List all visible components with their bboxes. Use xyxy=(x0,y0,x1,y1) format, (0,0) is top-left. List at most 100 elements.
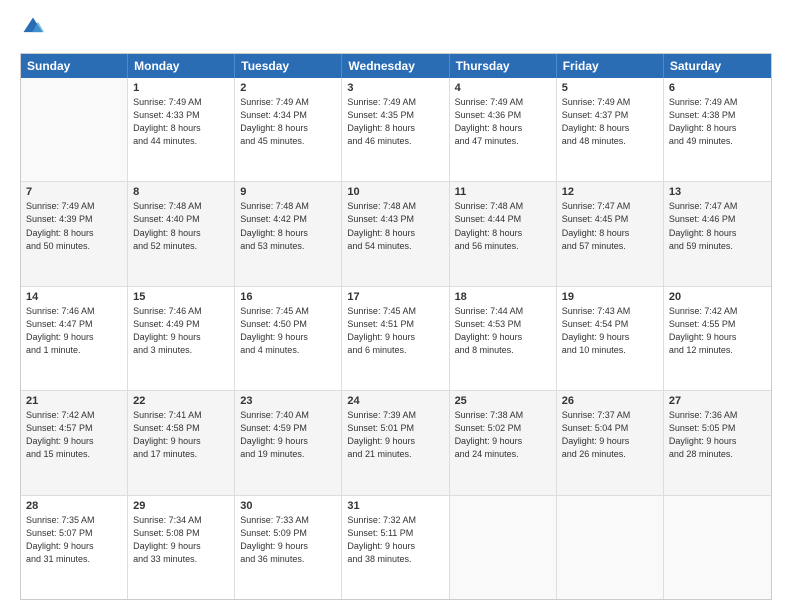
cell-info: Sunrise: 7:34 AM Sunset: 5:08 PM Dayligh… xyxy=(133,514,229,566)
calendar-cell: 8Sunrise: 7:48 AM Sunset: 4:40 PM Daylig… xyxy=(128,182,235,285)
header xyxy=(20,16,772,43)
day-number: 25 xyxy=(455,395,551,407)
calendar-cell: 7 Sunrise: 7:49 AM Sunset: 4:39 PM Daylig… xyxy=(21,182,128,285)
calendar-row: 1 Sunrise: 7:49 AM Sunset: 4:33 PM Daylig… xyxy=(21,78,771,181)
calendar-row: 7 Sunrise: 7:49 AM Sunset: 4:39 PM Daylig… xyxy=(21,181,771,285)
cell-info: Sunrise: 7:43 AM Sunset: 4:54 PM Dayligh… xyxy=(562,305,658,357)
cell-info: Sunrise: 7:49 AM Sunset: 4:34 PM Dayligh… xyxy=(240,96,336,148)
day-number: 20 xyxy=(669,291,766,303)
cell-info: Sunrise: 7:45 AM Sunset: 4:50 PM Dayligh… xyxy=(240,305,336,357)
day-number: 17 xyxy=(347,291,443,303)
cell-info: Sunrise: 7:49 AM Sunset: 4:39 PM Dayligh… xyxy=(26,200,122,252)
calendar-cell: 3Sunrise: 7:49 AM Sunset: 4:35 PM Daylig… xyxy=(342,78,449,181)
cell-info: Sunrise: 7:49 AM Sunset: 4:37 PM Dayligh… xyxy=(562,96,658,148)
logo xyxy=(20,16,44,43)
day-number: 12 xyxy=(562,186,658,198)
cell-info: Sunrise: 7:48 AM Sunset: 4:44 PM Dayligh… xyxy=(455,200,551,252)
cell-info: Sunrise: 7:32 AM Sunset: 5:11 PM Dayligh… xyxy=(347,514,443,566)
day-number: 6 xyxy=(669,82,766,94)
weekday-header: Monday xyxy=(128,54,235,78)
calendar-cell: 27 Sunrise: 7:36 AM Sunset: 5:05 PM Dayli… xyxy=(664,391,771,494)
cell-info: Sunrise: 7:42 AM Sunset: 4:55 PM Dayligh… xyxy=(669,305,766,357)
cell-info: Sunrise: 7:48 AM Sunset: 4:43 PM Dayligh… xyxy=(347,200,443,252)
weekday-header: Wednesday xyxy=(342,54,449,78)
day-number: 16 xyxy=(240,291,336,303)
cell-info: Sunrise: 7:44 AM Sunset: 4:53 PM Dayligh… xyxy=(455,305,551,357)
day-number: 24 xyxy=(347,395,443,407)
cell-info: Sunrise: 7:49 AM Sunset: 4:36 PM Dayligh… xyxy=(455,96,551,148)
calendar-cell: 5 Sunrise: 7:49 AM Sunset: 4:37 PM Daylig… xyxy=(557,78,664,181)
calendar-cell: 9 Sunrise: 7:48 AM Sunset: 4:42 PM Daylig… xyxy=(235,182,342,285)
calendar-cell: 20 Sunrise: 7:42 AM Sunset: 4:55 PM Dayli… xyxy=(664,287,771,390)
calendar-cell: 14Sunrise: 7:46 AM Sunset: 4:47 PM Dayli… xyxy=(21,287,128,390)
weekday-header: Saturday xyxy=(664,54,771,78)
calendar-header: SundayMondayTuesdayWednesdayThursdayFrid… xyxy=(21,54,771,78)
day-number: 5 xyxy=(562,82,658,94)
calendar-cell: 15 Sunrise: 7:46 AM Sunset: 4:49 PM Dayli… xyxy=(128,287,235,390)
day-number: 22 xyxy=(133,395,229,407)
calendar-cell: 12 Sunrise: 7:47 AM Sunset: 4:45 PM Dayli… xyxy=(557,182,664,285)
day-number: 29 xyxy=(133,500,229,512)
calendar-cell: 19 Sunrise: 7:43 AM Sunset: 4:54 PM Dayli… xyxy=(557,287,664,390)
cell-info: Sunrise: 7:47 AM Sunset: 4:46 PM Dayligh… xyxy=(669,200,766,252)
cell-info: Sunrise: 7:49 AM Sunset: 4:33 PM Dayligh… xyxy=(133,96,229,148)
cell-info: Sunrise: 7:36 AM Sunset: 5:05 PM Dayligh… xyxy=(669,409,766,461)
weekday-header: Friday xyxy=(557,54,664,78)
cell-info: Sunrise: 7:41 AM Sunset: 4:58 PM Dayligh… xyxy=(133,409,229,461)
day-number: 19 xyxy=(562,291,658,303)
day-number: 23 xyxy=(240,395,336,407)
calendar-cell: 23 Sunrise: 7:40 AM Sunset: 4:59 PM Dayli… xyxy=(235,391,342,494)
day-number: 13 xyxy=(669,186,766,198)
calendar-cell xyxy=(664,496,771,599)
day-number: 7 xyxy=(26,186,122,198)
calendar-row: 28 Sunrise: 7:35 AM Sunset: 5:07 PM Dayli… xyxy=(21,495,771,599)
cell-info: Sunrise: 7:33 AM Sunset: 5:09 PM Dayligh… xyxy=(240,514,336,566)
weekday-header: Tuesday xyxy=(235,54,342,78)
day-number: 31 xyxy=(347,500,443,512)
day-number: 11 xyxy=(455,186,551,198)
cell-info: Sunrise: 7:35 AM Sunset: 5:07 PM Dayligh… xyxy=(26,514,122,566)
cell-info: Sunrise: 7:48 AM Sunset: 4:40 PM Dayligh… xyxy=(133,200,229,252)
cell-info: Sunrise: 7:49 AM Sunset: 4:38 PM Dayligh… xyxy=(669,96,766,148)
calendar: SundayMondayTuesdayWednesdayThursdayFrid… xyxy=(20,53,772,600)
day-number: 26 xyxy=(562,395,658,407)
calendar-cell: 10 Sunrise: 7:48 AM Sunset: 4:43 PM Dayli… xyxy=(342,182,449,285)
cell-info: Sunrise: 7:48 AM Sunset: 4:42 PM Dayligh… xyxy=(240,200,336,252)
cell-info: Sunrise: 7:47 AM Sunset: 4:45 PM Dayligh… xyxy=(562,200,658,252)
cell-info: Sunrise: 7:46 AM Sunset: 4:47 PM Dayligh… xyxy=(26,305,122,357)
calendar-row: 21 Sunrise: 7:42 AM Sunset: 4:57 PM Dayli… xyxy=(21,390,771,494)
day-number: 10 xyxy=(347,186,443,198)
day-number: 3 xyxy=(347,82,443,94)
weekday-header: Sunday xyxy=(21,54,128,78)
calendar-cell xyxy=(21,78,128,181)
logo-icon xyxy=(22,16,44,38)
day-number: 1 xyxy=(133,82,229,94)
calendar-cell: 21 Sunrise: 7:42 AM Sunset: 4:57 PM Dayli… xyxy=(21,391,128,494)
calendar-cell: 17 Sunrise: 7:45 AM Sunset: 4:51 PM Dayli… xyxy=(342,287,449,390)
calendar-cell: 2 Sunrise: 7:49 AM Sunset: 4:34 PM Daylig… xyxy=(235,78,342,181)
cell-info: Sunrise: 7:42 AM Sunset: 4:57 PM Dayligh… xyxy=(26,409,122,461)
calendar-cell: 6 Sunrise: 7:49 AM Sunset: 4:38 PM Daylig… xyxy=(664,78,771,181)
calendar-cell: 26 Sunrise: 7:37 AM Sunset: 5:04 PM Dayli… xyxy=(557,391,664,494)
day-number: 2 xyxy=(240,82,336,94)
calendar-body: 1 Sunrise: 7:49 AM Sunset: 4:33 PM Daylig… xyxy=(21,78,771,599)
calendar-cell: 18Sunrise: 7:44 AM Sunset: 4:53 PM Dayli… xyxy=(450,287,557,390)
cell-info: Sunrise: 7:38 AM Sunset: 5:02 PM Dayligh… xyxy=(455,409,551,461)
day-number: 21 xyxy=(26,395,122,407)
calendar-cell: 11 Sunrise: 7:48 AM Sunset: 4:44 PM Dayli… xyxy=(450,182,557,285)
cell-info: Sunrise: 7:46 AM Sunset: 4:49 PM Dayligh… xyxy=(133,305,229,357)
day-number: 9 xyxy=(240,186,336,198)
day-number: 15 xyxy=(133,291,229,303)
calendar-cell xyxy=(450,496,557,599)
cell-info: Sunrise: 7:37 AM Sunset: 5:04 PM Dayligh… xyxy=(562,409,658,461)
calendar-cell: 29 Sunrise: 7:34 AM Sunset: 5:08 PM Dayli… xyxy=(128,496,235,599)
cell-info: Sunrise: 7:40 AM Sunset: 4:59 PM Dayligh… xyxy=(240,409,336,461)
day-number: 28 xyxy=(26,500,122,512)
calendar-cell: 28 Sunrise: 7:35 AM Sunset: 5:07 PM Dayli… xyxy=(21,496,128,599)
day-number: 27 xyxy=(669,395,766,407)
calendar-cell xyxy=(557,496,664,599)
day-number: 4 xyxy=(455,82,551,94)
calendar-cell: 4 Sunrise: 7:49 AM Sunset: 4:36 PM Daylig… xyxy=(450,78,557,181)
cell-info: Sunrise: 7:45 AM Sunset: 4:51 PM Dayligh… xyxy=(347,305,443,357)
page: SundayMondayTuesdayWednesdayThursdayFrid… xyxy=(0,0,792,612)
